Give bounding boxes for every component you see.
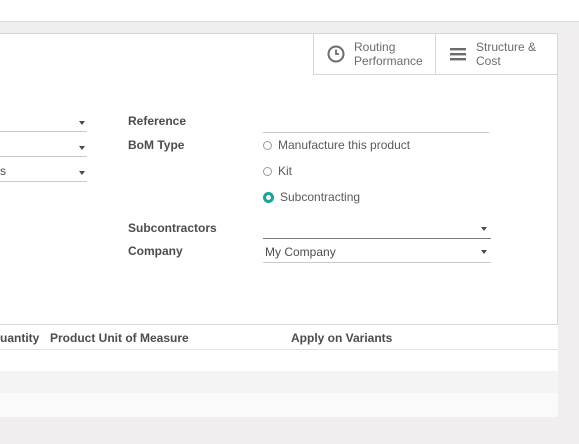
radio-checked-icon bbox=[263, 191, 274, 203]
form-sheet: Routing Performance Structure & Cost s R… bbox=[0, 33, 558, 349]
company-label: Company bbox=[128, 244, 183, 258]
company-value: My Company bbox=[265, 245, 336, 259]
routing-performance-button[interactable]: Routing Performance bbox=[313, 34, 435, 74]
column-header-variants[interactable]: Apply on Variants bbox=[291, 331, 392, 345]
column-header-quantity[interactable]: uantity bbox=[0, 331, 39, 345]
reference-underline bbox=[263, 132, 489, 133]
radio-circle-icon bbox=[263, 140, 272, 150]
caret-down-icon[interactable] bbox=[481, 227, 487, 231]
subcontractors-underline bbox=[263, 238, 491, 239]
components-table-header: uantity Product Unit of Measure Apply on… bbox=[0, 324, 558, 350]
caret-down-icon[interactable] bbox=[79, 121, 85, 125]
bars-icon bbox=[448, 44, 468, 64]
left-field-3-value: s bbox=[0, 164, 6, 178]
radio-label: Kit bbox=[278, 164, 293, 178]
column-header-uom[interactable]: Product Unit of Measure bbox=[50, 331, 189, 345]
radio-subcontracting[interactable]: Subcontracting bbox=[263, 190, 360, 204]
table-row bbox=[0, 350, 558, 371]
table-row bbox=[0, 371, 558, 393]
company-underline bbox=[263, 262, 491, 263]
caret-down-icon[interactable] bbox=[79, 171, 85, 175]
caret-down-icon[interactable] bbox=[79, 146, 85, 150]
radio-label: Manufacture this product bbox=[278, 138, 411, 152]
smart-button-box: Routing Performance Structure & Cost bbox=[313, 34, 557, 75]
left-field-3-underline bbox=[0, 181, 87, 182]
left-field-2-underline bbox=[0, 156, 87, 157]
table-row bbox=[0, 393, 558, 417]
clock-icon bbox=[326, 44, 346, 64]
structure-cost-button[interactable]: Structure & Cost bbox=[435, 34, 557, 74]
radio-circle-icon bbox=[263, 166, 272, 176]
radio-manufacture[interactable]: Manufacture this product bbox=[263, 138, 410, 152]
bom-type-label: BoM Type bbox=[128, 138, 185, 152]
reference-label: Reference bbox=[128, 114, 187, 128]
caret-down-icon[interactable] bbox=[481, 250, 487, 254]
routing-performance-label: Routing Performance bbox=[354, 40, 423, 68]
radio-kit[interactable]: Kit bbox=[263, 164, 292, 178]
left-field-1-underline bbox=[0, 131, 87, 132]
subcontractors-label: Subcontractors bbox=[128, 221, 217, 235]
top-bar bbox=[0, 0, 579, 22]
radio-label: Subcontracting bbox=[280, 190, 361, 204]
structure-cost-label: Structure & Cost bbox=[476, 40, 537, 68]
